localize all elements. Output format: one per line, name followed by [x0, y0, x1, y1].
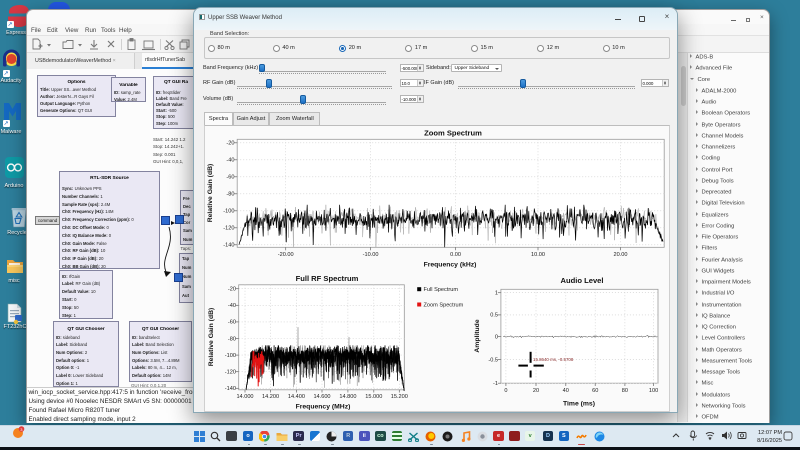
svg-text:-20.00: -20.00	[278, 252, 294, 258]
svg-text:0.00: 0.00	[450, 252, 461, 258]
svg-text:-80: -80	[226, 192, 234, 198]
svg-text:-80: -80	[228, 336, 236, 342]
svg-text:15.8640 ms, -0.5708: 15.8640 ms, -0.5708	[533, 357, 574, 362]
svg-text:14.200: 14.200	[262, 394, 279, 400]
svg-text:-140: -140	[225, 386, 236, 392]
svg-text:14.400: 14.400	[288, 394, 305, 400]
svg-text:10.00: 10.00	[531, 252, 545, 258]
svg-text:40: 40	[563, 388, 569, 394]
svg-text:Audio Level: Audio Level	[560, 276, 603, 285]
svg-text:15.200: 15.200	[391, 394, 408, 400]
svg-text:-20: -20	[226, 141, 234, 147]
svg-text:-60: -60	[226, 175, 234, 181]
svg-text:Relative Gain (dB): Relative Gain (dB)	[207, 164, 214, 223]
svg-text:Full Spectrum: Full Spectrum	[424, 287, 459, 293]
svg-text:14.600: 14.600	[313, 394, 330, 400]
svg-text:Time (ms): Time (ms)	[563, 401, 595, 408]
svg-text:1: 1	[495, 291, 498, 297]
svg-text:0: 0	[495, 334, 498, 340]
svg-text:15.000: 15.000	[365, 394, 382, 400]
svg-text:Full RF Spectrum: Full RF Spectrum	[296, 274, 359, 283]
svg-text:Relative Gain (dB): Relative Gain (dB)	[208, 308, 215, 367]
svg-text:Frequency (MHz): Frequency (MHz)	[296, 404, 351, 411]
svg-text:-1: -1	[493, 381, 498, 387]
svg-text:20.00: 20.00	[614, 252, 628, 258]
svg-text:Zoom Spectrum: Zoom Spectrum	[424, 303, 464, 309]
svg-text:Frequency (kHz): Frequency (kHz)	[424, 262, 477, 269]
svg-text:60: 60	[592, 388, 598, 394]
svg-text:0.5: 0.5	[490, 313, 498, 319]
svg-text:-100: -100	[225, 353, 236, 359]
svg-text:14.800: 14.800	[339, 394, 356, 400]
svg-text:Amplitude: Amplitude	[474, 319, 481, 352]
svg-text:Zoom Spectrum: Zoom Spectrum	[424, 129, 482, 138]
svg-text:-100: -100	[223, 209, 234, 215]
svg-text:100: 100	[649, 388, 658, 394]
svg-text:-120: -120	[223, 226, 234, 232]
svg-text:-0.5: -0.5	[488, 357, 498, 363]
svg-text:-20: -20	[228, 287, 236, 293]
svg-text:14.000: 14.000	[236, 394, 253, 400]
svg-text:-40: -40	[226, 158, 234, 164]
svg-text:-60: -60	[228, 320, 236, 326]
svg-text:-140: -140	[223, 243, 234, 249]
svg-text:-120: -120	[225, 370, 236, 376]
svg-text:-40: -40	[228, 303, 236, 309]
svg-text:80: 80	[622, 388, 628, 394]
svg-text:20: 20	[533, 388, 539, 394]
svg-text:-10.00: -10.00	[363, 252, 379, 258]
svg-text:0: 0	[504, 388, 507, 394]
